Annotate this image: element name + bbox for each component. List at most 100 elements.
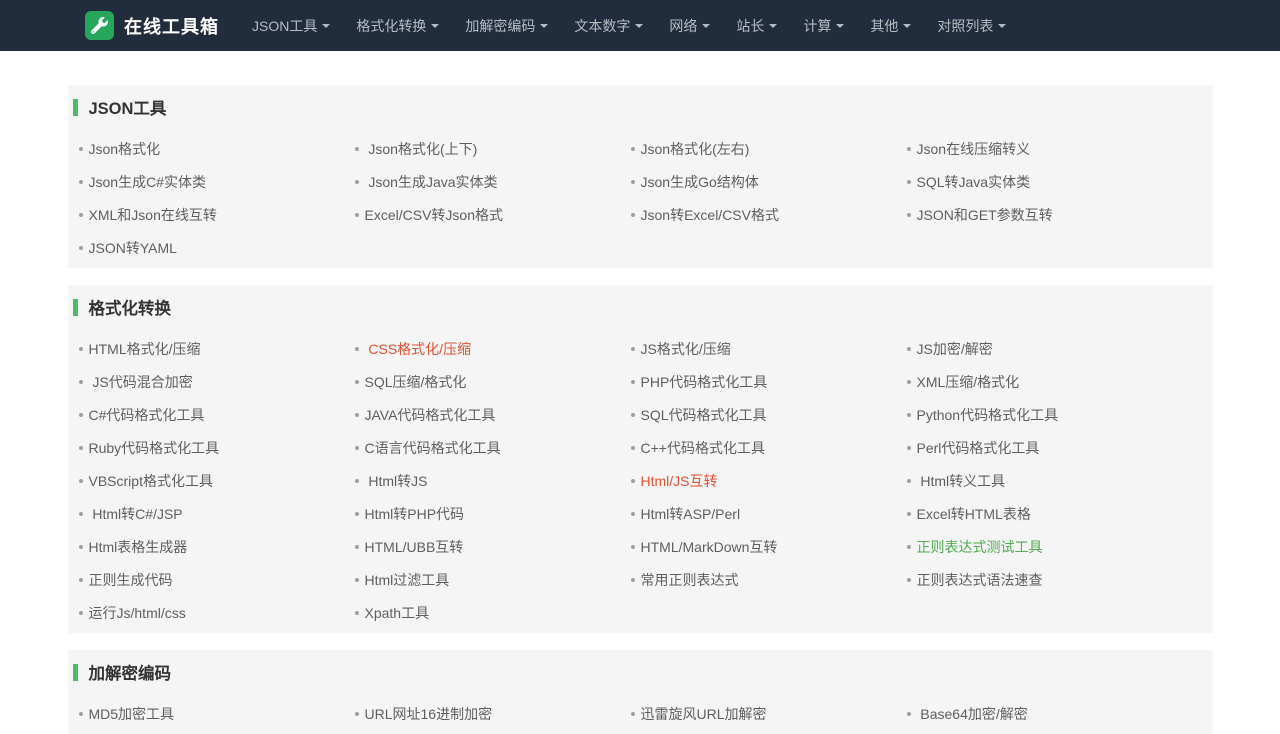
tool-link[interactable]: JS代码混合加密 bbox=[89, 372, 193, 392]
tool-link[interactable]: HTML/UBB互转 bbox=[365, 537, 464, 557]
bullet-icon bbox=[79, 712, 83, 716]
tool-link[interactable]: Json生成C#实体类 bbox=[89, 172, 206, 192]
tool-link[interactable]: VBScript格式化工具 bbox=[89, 471, 213, 491]
tool-link[interactable]: XML和Json在线互转 bbox=[89, 205, 217, 225]
nav-item-label: JSON工具 bbox=[252, 16, 317, 36]
tool-link[interactable]: SQL压缩/格式化 bbox=[365, 372, 467, 392]
chevron-down-icon bbox=[322, 24, 330, 28]
tool-link[interactable]: JS加密/解密 bbox=[917, 339, 993, 359]
tool-link[interactable]: C语言代码格式化工具 bbox=[365, 438, 501, 458]
bullet-icon bbox=[631, 380, 635, 384]
tool-link[interactable]: Excel/CSV转Json格式 bbox=[365, 205, 503, 225]
tool-link[interactable]: Html转JS bbox=[365, 471, 428, 491]
nav-item-reference-list[interactable]: 对照列表 bbox=[924, 0, 1019, 51]
tool-link[interactable]: Html表格生成器 bbox=[89, 537, 188, 557]
section-accent-bar-icon bbox=[73, 664, 78, 681]
nav-item-label: 计算 bbox=[803, 16, 831, 36]
tool-link[interactable]: MD5加密工具 bbox=[89, 704, 175, 724]
bullet-icon bbox=[907, 578, 911, 582]
nav-item-encrypt-encode[interactable]: 加解密编码 bbox=[452, 0, 561, 51]
chevron-down-icon bbox=[903, 24, 911, 28]
chevron-down-icon bbox=[431, 24, 439, 28]
tool-link[interactable]: SQL代码格式化工具 bbox=[641, 405, 767, 425]
nav-item-calculate[interactable]: 计算 bbox=[790, 0, 857, 51]
section-accent-bar-icon bbox=[73, 299, 78, 316]
tool-link[interactable]: Html转义工具 bbox=[917, 471, 1006, 491]
tool-link[interactable]: Json生成Java实体类 bbox=[365, 172, 498, 192]
bullet-icon bbox=[631, 347, 635, 351]
tool-link[interactable]: PHP代码格式化工具 bbox=[641, 372, 768, 392]
tool-link[interactable]: Json格式化(上下) bbox=[365, 139, 478, 159]
tool-list-item: SQL转Java实体类 bbox=[907, 165, 1183, 198]
tool-list-item: Html转JS bbox=[355, 464, 631, 497]
tool-link[interactable]: Perl代码格式化工具 bbox=[917, 438, 1040, 458]
tool-grid: MD5加密工具 URL网址16进制加密 迅雷旋风URL加解密 Base64加密/… bbox=[68, 697, 1213, 730]
tool-link[interactable]: 正则表达式语法速查 bbox=[917, 570, 1043, 590]
tool-link[interactable]: HTML格式化/压缩 bbox=[89, 339, 201, 359]
tool-link[interactable]: JS格式化/压缩 bbox=[641, 339, 731, 359]
brand-title: 在线工具箱 bbox=[124, 13, 219, 39]
brand[interactable]: 在线工具箱 bbox=[85, 11, 219, 40]
tool-link[interactable]: 正则生成代码 bbox=[89, 570, 173, 590]
tool-list-item: 运行Js/html/css bbox=[79, 596, 355, 629]
tool-link[interactable]: 运行Js/html/css bbox=[89, 603, 186, 623]
tool-list-item: C++代码格式化工具 bbox=[631, 431, 907, 464]
bullet-icon bbox=[631, 213, 635, 217]
bullet-icon bbox=[355, 380, 359, 384]
tool-link[interactable]: Base64加密/解密 bbox=[917, 704, 1028, 724]
tool-link[interactable]: SQL转Java实体类 bbox=[917, 172, 1031, 192]
nav-item-text-number[interactable]: 文本数字 bbox=[561, 0, 656, 51]
tool-link[interactable]: Html/JS互转 bbox=[641, 471, 718, 491]
nav-item-format-convert[interactable]: 格式化转换 bbox=[343, 0, 452, 51]
tool-list-item: Html过滤工具 bbox=[355, 563, 631, 596]
nav-item-others[interactable]: 其他 bbox=[857, 0, 924, 51]
tool-link[interactable]: JAVA代码格式化工具 bbox=[365, 405, 496, 425]
bullet-icon bbox=[79, 611, 83, 615]
tool-link[interactable]: 正则表达式测试工具 bbox=[917, 537, 1043, 557]
tool-link[interactable]: Json转Excel/CSV格式 bbox=[641, 205, 779, 225]
tool-link[interactable]: Excel转HTML表格 bbox=[917, 504, 1031, 524]
nav-item-json-tools[interactable]: JSON工具 bbox=[239, 0, 343, 51]
tool-link[interactable]: C++代码格式化工具 bbox=[641, 438, 765, 458]
nav-item-label: 文本数字 bbox=[574, 16, 630, 36]
tool-list-item: Json格式化(上下) bbox=[355, 132, 631, 165]
nav-item-network[interactable]: 网络 bbox=[656, 0, 723, 51]
nav-item-label: 对照列表 bbox=[937, 16, 993, 36]
tool-link[interactable]: 常用正则表达式 bbox=[641, 570, 739, 590]
tool-link[interactable]: Json在线压缩转义 bbox=[917, 139, 1031, 159]
tool-link[interactable]: Xpath工具 bbox=[365, 603, 430, 623]
tool-link[interactable]: Json生成Go结构体 bbox=[641, 172, 759, 192]
nav-item-webmaster[interactable]: 站长 bbox=[723, 0, 790, 51]
tool-link[interactable]: 迅雷旋风URL加解密 bbox=[641, 704, 767, 724]
tool-link[interactable]: Html转ASP/Perl bbox=[641, 504, 741, 524]
nav-item-label: 加解密编码 bbox=[465, 16, 535, 36]
tool-link[interactable]: Python代码格式化工具 bbox=[917, 405, 1059, 425]
tool-link[interactable]: JSON转YAML bbox=[89, 238, 177, 258]
tool-link[interactable]: CSS格式化/压缩 bbox=[365, 339, 472, 359]
tool-list-item: Ruby代码格式化工具 bbox=[79, 431, 355, 464]
tool-link[interactable]: Html转PHP代码 bbox=[365, 504, 465, 524]
tool-link[interactable]: Ruby代码格式化工具 bbox=[89, 438, 220, 458]
tool-list-item: JS代码混合加密 bbox=[79, 365, 355, 398]
tool-link[interactable]: Json格式化(左右) bbox=[641, 139, 750, 159]
tool-list-item: SQL压缩/格式化 bbox=[355, 365, 631, 398]
tool-sections: JSON工具 Json格式化 Json格式化(上下) Json格式化(左右) J… bbox=[68, 85, 1213, 734]
tool-link[interactable]: Json格式化 bbox=[89, 139, 161, 159]
tool-link[interactable]: HTML/MarkDown互转 bbox=[641, 537, 778, 557]
tool-link[interactable]: JSON和GET参数互转 bbox=[917, 205, 1053, 225]
bullet-icon bbox=[79, 246, 83, 250]
tool-list-item: Html转ASP/Perl bbox=[631, 497, 907, 530]
tool-list-item: Excel转HTML表格 bbox=[907, 497, 1183, 530]
chevron-down-icon bbox=[998, 24, 1006, 28]
bullet-icon bbox=[631, 578, 635, 582]
tool-link[interactable]: Html过滤工具 bbox=[365, 570, 450, 590]
tool-list-item: Json生成Go结构体 bbox=[631, 165, 907, 198]
tool-link[interactable]: XML压缩/格式化 bbox=[917, 372, 1020, 392]
tool-link[interactable]: URL网址16进制加密 bbox=[365, 704, 493, 724]
tool-list-item: C#代码格式化工具 bbox=[79, 398, 355, 431]
tool-list-item: 正则表达式测试工具 bbox=[907, 530, 1183, 563]
tool-link[interactable]: C#代码格式化工具 bbox=[89, 405, 205, 425]
section-title: 加解密编码 bbox=[89, 660, 172, 684]
bullet-icon bbox=[79, 413, 83, 417]
tool-link[interactable]: Html转C#/JSP bbox=[89, 504, 183, 524]
